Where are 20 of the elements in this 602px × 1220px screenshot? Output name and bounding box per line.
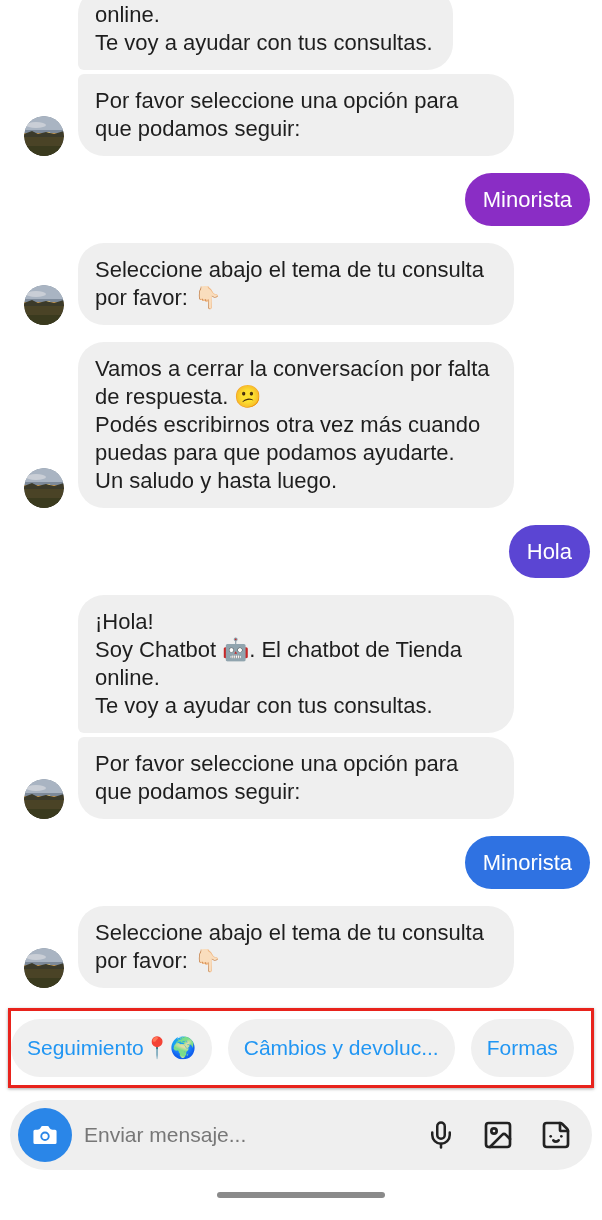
message-bubble: Vamos a cerrar la conversacíon por falta de respuesta. 😕 Podés escribirnos otra vez más cuando puedas para que podamos ayudarte. Un saludo y hasta luego.	[78, 342, 514, 508]
message-bubble: Por favor seleccione una opción para que podamos seguir:	[78, 74, 514, 156]
quick-reply-chip[interactable]: Formas	[470, 1019, 574, 1077]
quick-reply-chip[interactable]: Câmbios y devoluc...	[227, 1019, 455, 1077]
message-bubble: Minorista	[464, 836, 590, 889]
message-bubble: Seleccione abajo el tema de tu consulta por favor: 👇🏻	[78, 906, 514, 988]
sticker-icon	[540, 1119, 572, 1151]
message-bubble: ¡Hola! Soy Chatbot 🤖. El chatbot de Tienda online. Te voy a ayudar con tus consultas.	[78, 595, 514, 733]
image-button[interactable]	[482, 1119, 514, 1151]
message-input-field[interactable]: Enviar mensaje...	[10, 1100, 592, 1170]
message-bubble: Por favor seleccione una opción para que podamos seguir:	[78, 737, 514, 819]
quick-reply-chip[interactable]: Seguimiento📍🌍	[11, 1019, 212, 1077]
message-bubble: Hola	[508, 525, 590, 578]
message-bubble: Minorista	[464, 173, 590, 226]
camera-button[interactable]	[18, 1108, 72, 1162]
message-input[interactable]: Enviar mensaje...	[84, 1119, 426, 1151]
message-bubble: Seleccione abajo el tema de tu consulta por favor: 👇🏻	[78, 243, 514, 325]
sticker-button[interactable]	[540, 1119, 572, 1151]
message-bubble: online. Te voy a ayudar con tus consultas.	[78, 0, 453, 70]
image-icon	[482, 1119, 514, 1151]
